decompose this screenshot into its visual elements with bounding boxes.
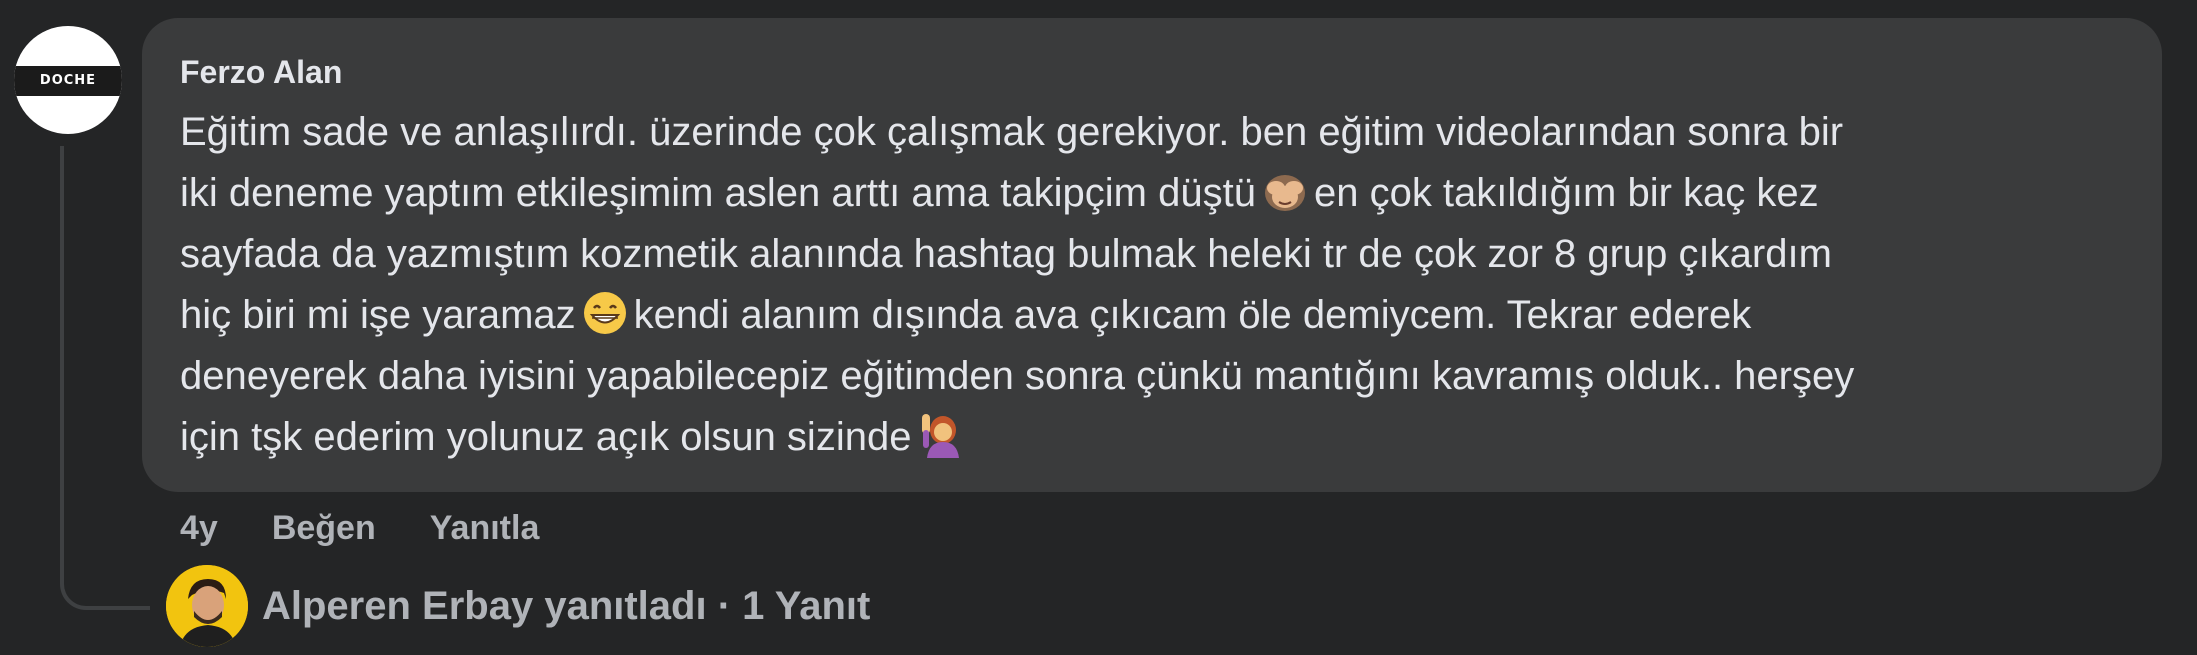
avatar[interactable]: DOCHE [14,26,122,134]
comment-timestamp[interactable]: 4y [180,509,218,548]
view-replies-link[interactable]: Alperen Erbay yanıtladı · 1 Yanıt [166,565,870,647]
comment-line-part: kendi alanım dışında ava çıkıcam öle dem… [633,293,1752,337]
comment-line: deneyerek daha iyisini yapabilecepiz eği… [180,354,1855,398]
comment-line: için tşk ederim yolunuz açık olsun sizin… [180,407,2122,468]
avatar-logo-text: DOCHE [14,66,122,96]
comment-actions: 4y Beğen Yanıtla [180,500,539,556]
grinning-face-icon [583,292,626,334]
like-button[interactable]: Beğen [272,509,376,548]
comment-line-part: iki deneme yaptım etkileşimim aslen artt… [180,171,1256,215]
comment-bubble: Ferzo Alan Eğitim sade ve anlaşılırdı. ü… [142,18,2162,492]
comment-thread: DOCHE Ferzo Alan Eğitim sade ve anlaşılı… [0,0,2197,655]
woman-raising-hand-icon [922,414,960,458]
comment-line: Eğitim sade ve anlaşılırdı. üzerinde çok… [180,110,1844,154]
thread-connector-line [60,146,150,610]
comment-line-part: hiç biri mi işe yaramaz [180,293,576,337]
reply-summary-text[interactable]: Alperen Erbay yanıtladı · 1 Yanıt [262,584,870,629]
comment-line-part: en çok takıldığım bir kaç kez [1313,171,1819,215]
person-avatar-icon [166,565,248,647]
comment-line: hiç biri mi işe yaramaz kendi alanım dış… [180,285,2122,346]
comment-author[interactable]: Ferzo Alan [180,52,2122,92]
reply-button[interactable]: Yanıtla [430,509,540,548]
comment-line-part: için tşk ederim yolunuz açık olsun sizin… [180,415,912,459]
see-no-evil-monkey-icon [1264,175,1305,211]
avatar [166,565,248,647]
comment-body: Eğitim sade ve anlaşılırdı. üzerinde çok… [180,102,2122,468]
comment-line: iki deneme yaptım etkileşimim aslen artt… [180,163,2122,224]
comment-line: sayfada da yazmıştım kozmetik alanında h… [180,232,1832,276]
